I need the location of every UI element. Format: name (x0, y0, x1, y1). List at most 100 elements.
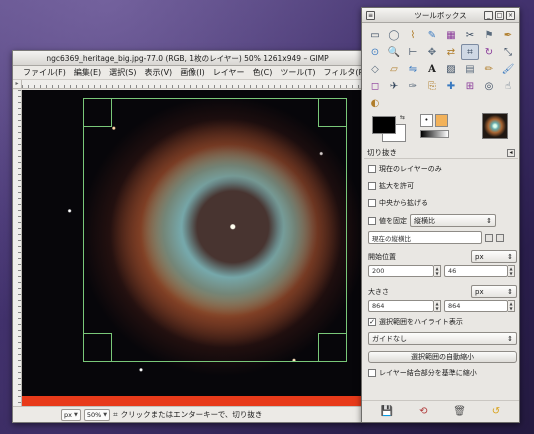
close-icon[interactable]: × (506, 11, 515, 20)
vertical-ruler[interactable] (13, 90, 22, 408)
menu-colors[interactable]: 色(C) (249, 67, 277, 78)
shrink-merged-row[interactable]: レイヤー結合部分を基準に縮小 (368, 368, 522, 378)
blur-icon[interactable]: ◎ (480, 78, 498, 94)
clone-icon[interactable]: ⎘ (423, 78, 441, 94)
maximize-icon[interactable]: □ (495, 11, 504, 20)
airbrush-icon[interactable]: ✈ (385, 78, 403, 94)
menu-filters[interactable]: フィルタ(R) (320, 67, 362, 78)
perspective-clone-icon[interactable]: ⊞ (461, 78, 479, 94)
allow-growing-checkbox[interactable] (368, 182, 376, 190)
crop-rectangle[interactable] (83, 98, 347, 362)
perspective-icon[interactable]: ▱ (385, 61, 403, 77)
quick-mask-corner-icon[interactable]: ▸ (13, 80, 22, 89)
menu-tools[interactable]: ツール(T) (276, 67, 319, 78)
highlight-row[interactable]: ✓ 選択範囲をハイライト表示 (368, 317, 522, 327)
menu-select[interactable]: 選択(S) (105, 67, 140, 78)
eraser-icon[interactable]: ◻ (366, 78, 384, 94)
smudge-icon[interactable]: ☝ (499, 78, 517, 94)
shear-icon[interactable]: ◇ (366, 61, 384, 77)
crop-handle-top-left[interactable] (83, 98, 112, 127)
horizontal-ruler[interactable] (22, 80, 362, 88)
shrink-merged-checkbox[interactable] (368, 369, 376, 377)
pencil-icon[interactable]: ✏ (480, 61, 498, 77)
bucket-fill-icon[interactable]: ▨ (442, 61, 460, 77)
dodge-burn-icon[interactable]: ◐ (366, 95, 384, 111)
pattern-preview[interactable] (435, 114, 448, 127)
spin-arrows-icon[interactable]: ▲ ▼ (434, 300, 441, 312)
current-layer-only-checkbox[interactable] (368, 165, 376, 173)
size-w-spin[interactable]: 864 ▲ ▼ (368, 300, 441, 312)
position-y-spin[interactable]: 46 ▲ ▼ (444, 265, 515, 277)
fuzzy-select-icon[interactable]: ✎ (423, 27, 441, 43)
menu-layer[interactable]: レイヤー (209, 67, 249, 78)
zoom-icon[interactable]: 🔍 (385, 44, 403, 60)
landscape-icon[interactable] (496, 233, 504, 242)
rotate-icon[interactable]: ↻ (480, 44, 498, 60)
fixed-mode-combo[interactable]: 縦横比 ⇕ (410, 214, 496, 227)
brush-preview[interactable]: • (420, 114, 433, 127)
paintbrush-icon[interactable]: 🖌 (499, 61, 517, 77)
image-canvas[interactable] (22, 90, 362, 408)
select-by-color-icon[interactable]: ▦ (442, 27, 460, 43)
crop-icon[interactable]: ⌗ (461, 44, 479, 60)
gradient-preview[interactable] (420, 130, 449, 138)
expand-from-center-checkbox[interactable] (368, 199, 376, 207)
paths-icon[interactable]: ✒ (499, 27, 517, 43)
highlight-checkbox[interactable]: ✓ (368, 318, 376, 326)
rect-select-icon[interactable]: ▭ (366, 27, 384, 43)
spin-arrows-icon[interactable]: ▲ ▼ (434, 265, 441, 277)
menu-edit[interactable]: 編集(E) (70, 67, 105, 78)
unit-combo[interactable]: px ▼ (61, 408, 81, 421)
ellipse-select-icon[interactable]: ◯ (385, 27, 403, 43)
flip-icon[interactable]: ⇋ (404, 61, 422, 77)
position-x-field[interactable]: 200 (368, 265, 434, 277)
blend-icon[interactable]: ▤ (461, 61, 479, 77)
ink-icon[interactable]: ✑ (404, 78, 422, 94)
portrait-icon[interactable] (485, 233, 493, 242)
expand-from-center-row[interactable]: 中央から拡げる (368, 198, 522, 208)
crop-handle-bottom-right[interactable] (318, 333, 347, 362)
zoom-combo[interactable]: 50% ▼ (83, 408, 111, 421)
size-h-field[interactable]: 864 (444, 300, 508, 312)
text-icon[interactable]: A (423, 61, 441, 77)
fixed-checkbox[interactable] (368, 216, 376, 225)
size-w-field[interactable]: 864 (368, 300, 434, 312)
swap-colors-icon[interactable]: ⇆ (400, 114, 405, 121)
guides-combo[interactable]: ガイドなし ⇕ (368, 332, 517, 345)
crop-handle-top-right[interactable] (318, 98, 347, 127)
scissors-icon[interactable]: ✂ (461, 27, 479, 43)
statusbar: px ▼ 50% ▼ ⌗ クリックまたはエンターキーで、切り抜き (13, 406, 362, 422)
allow-growing-row[interactable]: 拡大を許可 (368, 181, 522, 191)
restore-options-icon[interactable]: ⟲ (419, 406, 427, 417)
position-y-field[interactable]: 46 (444, 265, 508, 277)
menu-file[interactable]: ファイル(F) (19, 67, 70, 78)
scale-icon[interactable]: ⤡ (499, 44, 517, 60)
current-ratio-field[interactable]: 現在の縦横比 (368, 231, 482, 244)
menu-view[interactable]: 表示(V) (140, 67, 176, 78)
foreground-color[interactable] (372, 116, 396, 134)
current-layer-only-row[interactable]: 現在のレイヤーのみ (368, 164, 522, 174)
panel-menu-icon[interactable]: ◂ (507, 148, 515, 157)
position-unit-combo[interactable]: px ⇕ (471, 250, 517, 263)
free-select-icon[interactable]: ⌇ (404, 27, 422, 43)
move-icon[interactable]: ✥ (423, 44, 441, 60)
measure-icon[interactable]: ⊢ (404, 44, 422, 60)
align-icon[interactable]: ⇄ (442, 44, 460, 60)
size-unit-combo[interactable]: px ⇕ (471, 285, 517, 298)
active-image-thumbnail[interactable] (482, 113, 508, 139)
menu-image[interactable]: 画像(I) (176, 67, 209, 78)
foreground-select-icon[interactable]: ⚑ (480, 27, 498, 43)
color-picker-icon[interactable]: ⊙ (366, 44, 384, 60)
save-options-icon[interactable]: 💾 (381, 406, 393, 417)
size-h-spin[interactable]: 864 ▲ ▼ (444, 300, 515, 312)
delete-options-icon[interactable]: 🗑 (453, 406, 466, 417)
heal-icon[interactable]: ✚ (442, 78, 460, 94)
spin-arrows-icon[interactable]: ▲ ▼ (508, 300, 515, 312)
spin-arrows-icon[interactable]: ▲ ▼ (508, 265, 515, 277)
position-x-spin[interactable]: 200 ▲ ▼ (368, 265, 441, 277)
crop-handle-bottom-left[interactable] (83, 333, 112, 362)
reset-options-icon[interactable]: ↺ (492, 406, 500, 417)
allow-growing-label: 拡大を許可 (379, 182, 414, 190)
minimize-icon[interactable]: _ (484, 11, 493, 20)
autoshrink-button[interactable]: 選択範囲の自動縮小 (368, 351, 517, 363)
